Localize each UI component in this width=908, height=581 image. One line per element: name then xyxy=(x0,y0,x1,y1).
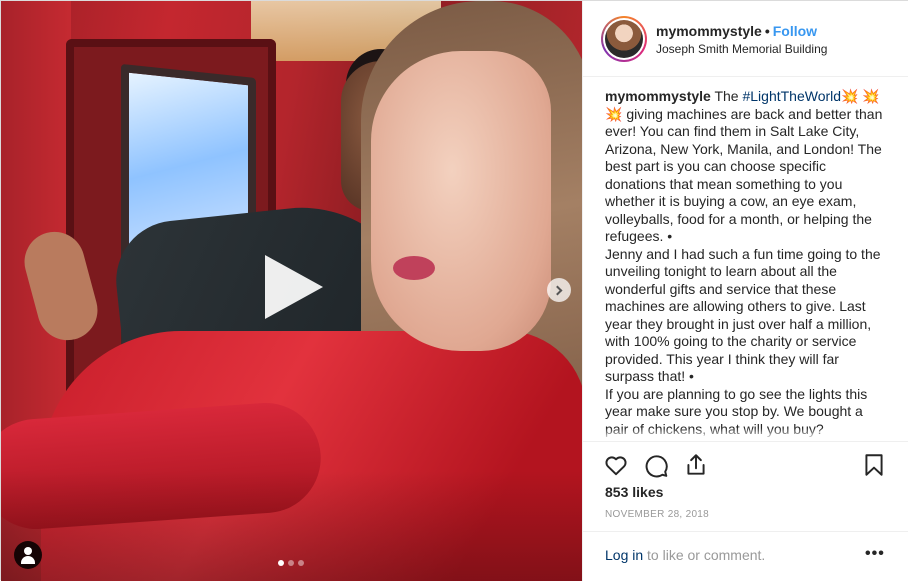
separator-dot: • xyxy=(764,23,770,39)
media-woman-face xyxy=(371,51,551,351)
login-bar: Log in to like or comment. ••• xyxy=(583,531,908,581)
media-woman-lips xyxy=(393,256,435,280)
post-date[interactable]: NOVEMBER 28, 2018 xyxy=(605,509,709,520)
caption-username[interactable]: mymommystyle xyxy=(605,88,711,104)
login-link[interactable]: Log in xyxy=(605,547,643,563)
caption-fade xyxy=(583,428,908,440)
carousel-dot xyxy=(298,560,304,566)
bookmark-icon[interactable] xyxy=(861,452,887,478)
instagram-post: mymommystyle • Follow Joseph Smith Memoria… xyxy=(0,0,908,581)
heart-icon[interactable] xyxy=(603,452,629,478)
comment-icon[interactable] xyxy=(643,452,669,478)
chevron-right-icon[interactable] xyxy=(547,278,571,302)
caption: mymommystyle The #LightTheWorld💥 💥 💥 giv… xyxy=(605,88,887,438)
caption-text: 💥 💥 💥 giving machines are back and bette… xyxy=(605,88,883,244)
action-icons xyxy=(603,452,709,478)
carousel-dot-active xyxy=(278,560,284,566)
play-icon[interactable] xyxy=(265,255,323,319)
location-link[interactable]: Joseph Smith Memorial Building xyxy=(656,42,827,56)
share-icon[interactable] xyxy=(683,452,709,478)
carousel-dot xyxy=(288,560,294,566)
carousel-indicator xyxy=(278,560,304,566)
avatar[interactable] xyxy=(601,16,647,62)
more-options-button[interactable]: ••• xyxy=(865,545,885,563)
header-user-row: mymommystyle • Follow xyxy=(656,23,817,39)
user-icon[interactable] xyxy=(14,541,42,569)
post-header: mymommystyle • Follow Joseph Smith Memoria… xyxy=(583,1,908,77)
username-link[interactable]: mymommystyle xyxy=(656,23,762,39)
caption-text-prefix: The xyxy=(710,88,743,104)
avatar-image xyxy=(605,20,643,58)
caption-area[interactable]: mymommystyle The #LightTheWorld💥 💥 💥 giv… xyxy=(583,78,908,440)
action-bar: 853 likes NOVEMBER 28, 2018 xyxy=(583,441,908,520)
hashtag-link[interactable]: #LightTheWorld xyxy=(742,88,841,104)
login-prompt: Log in to like or comment. xyxy=(605,547,765,563)
post-side-panel: mymommystyle • Follow Joseph Smith Memoria… xyxy=(582,1,908,581)
likes-count[interactable]: 853 likes xyxy=(605,484,663,500)
caption-paragraph-2: Jenny and I had such a fun time going to… xyxy=(605,245,881,385)
post-media[interactable] xyxy=(1,1,582,581)
follow-button[interactable]: Follow xyxy=(773,23,817,39)
login-prompt-text: to like or comment. xyxy=(643,547,766,563)
